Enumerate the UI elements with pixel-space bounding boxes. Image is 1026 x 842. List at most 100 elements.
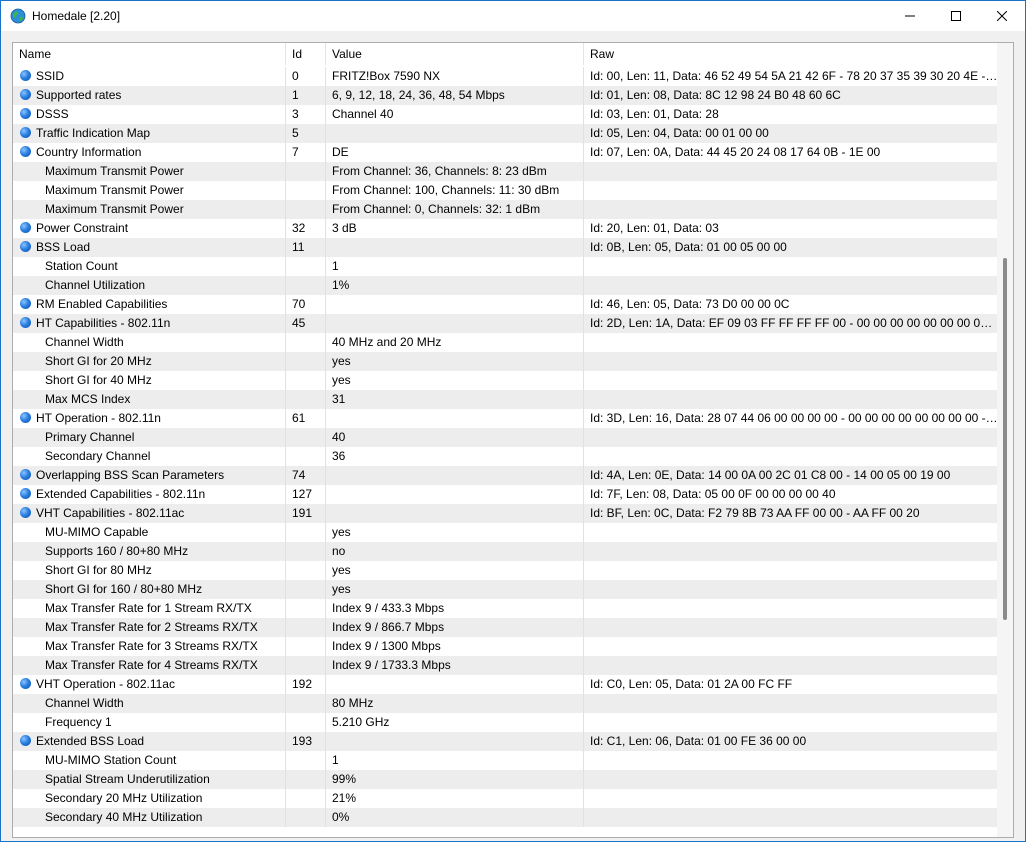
table-row[interactable]: VHT Operation - 802.11ac 192 Id: C0, Len: … <box>13 675 998 694</box>
row-name: Maximum Transmit Power <box>13 181 286 200</box>
maximize-button[interactable] <box>933 1 979 31</box>
row-id: 7 <box>286 143 326 162</box>
table-row[interactable]: MU-MIMO Station Count 1 <box>13 751 998 770</box>
row-value: 31 <box>326 390 584 409</box>
row-id: 70 <box>286 295 326 314</box>
table-row[interactable]: SSID 0 FRITZ!Box 7590 NX Id: 00, Len: 11, D… <box>13 67 998 86</box>
table-row[interactable]: Max Transfer Rate for 1 Stream RX/TX Inde… <box>13 599 998 618</box>
table-row[interactable]: Country Information 7 DE Id: 07, Len: 0A, D… <box>13 143 998 162</box>
table-row[interactable]: HT Operation - 802.11n 61 Id: 3D, Len: 16,… <box>13 409 998 428</box>
row-name: VHT Capabilities - 802.11ac <box>13 504 286 523</box>
bullet-icon <box>20 469 31 480</box>
row-value <box>326 675 584 694</box>
row-name-text: Maximum Transmit Power <box>45 164 184 178</box>
row-name: Short GI for 80 MHz <box>13 561 286 580</box>
row-raw: Id: 46, Len: 05, Data: 73 D0 00 00 0C <box>590 297 790 311</box>
table-row[interactable]: Max MCS Index 31 <box>13 390 998 409</box>
row-raw <box>584 751 998 770</box>
row-name-text: Primary Channel <box>45 430 135 444</box>
row-raw: Id: C0, Len: 05, Data: 01 2A 00 FC FF <box>590 677 793 691</box>
row-name: Country Information <box>13 143 286 162</box>
row-raw <box>584 770 998 789</box>
column-header-id[interactable]: Id <box>286 43 326 65</box>
table-row[interactable]: Secondary 20 MHz Utilization 21% <box>13 789 998 808</box>
row-name-text: HT Operation - 802.11n <box>36 411 161 425</box>
table-row[interactable]: Maximum Transmit Power From Channel: 100,… <box>13 181 998 200</box>
row-raw <box>584 371 998 390</box>
scrollbar-thumb[interactable] <box>1003 258 1007 620</box>
row-name-text: Max Transfer Rate for 2 Streams RX/TX <box>45 620 258 634</box>
row-raw: Id: 4A, Len: 0E, Data: 14 00 0A 00 2C 01… <box>590 468 951 482</box>
table-row[interactable]: Extended BSS Load 193 Id: C1, Len: 06, Dat… <box>13 732 998 751</box>
table-row[interactable]: Power Constraint 32 3 dB Id: 20, Len: 01, D… <box>13 219 998 238</box>
row-id: 1 <box>286 86 326 105</box>
row-id: 45 <box>286 314 326 333</box>
row-name-text: Max Transfer Rate for 1 Stream RX/TX <box>45 601 252 615</box>
bullet-icon <box>20 488 31 499</box>
vertical-scrollbar[interactable] <box>997 43 1013 837</box>
table-row[interactable]: Max Transfer Rate for 4 Streams RX/TX Ind… <box>13 656 998 675</box>
table-row[interactable]: Secondary 40 MHz Utilization 0% <box>13 808 998 827</box>
row-id <box>286 257 326 276</box>
table-row[interactable]: Supported rates 1 6, 9, 12, 18, 24, 36, 48… <box>13 86 998 105</box>
table-row[interactable]: MU-MIMO Capable yes <box>13 523 998 542</box>
table-row[interactable]: BSS Load 11 Id: 0B, Len: 05, Data: 01 00 0… <box>13 238 998 257</box>
minimize-button[interactable] <box>887 1 933 31</box>
table-row[interactable]: Supports 160 / 80+80 MHz no <box>13 542 998 561</box>
row-id <box>286 333 326 352</box>
table-row[interactable]: Short GI for 160 / 80+80 MHz yes <box>13 580 998 599</box>
window-title: Homedale [2.20] <box>32 9 121 23</box>
table-row[interactable]: Station Count 1 <box>13 257 998 276</box>
row-value: From Channel: 100, Channels: 11: 30 dBm <box>326 181 584 200</box>
column-header-raw[interactable]: Raw <box>584 43 998 65</box>
table-row[interactable]: Spatial Stream Underutilization 99% <box>13 770 998 789</box>
bullet-icon <box>20 222 31 233</box>
row-name-text: Maximum Transmit Power <box>45 202 184 216</box>
row-raw: Id: 2D, Len: 1A, Data: EF 09 03 FF FF FF… <box>590 316 998 330</box>
row-raw <box>584 428 998 447</box>
table-row[interactable]: Frequency 1 5.210 GHz <box>13 713 998 732</box>
row-id: 32 <box>286 219 326 238</box>
table-row[interactable]: Primary Channel 40 <box>13 428 998 447</box>
table-row[interactable]: Maximum Transmit Power From Channel: 0, C… <box>13 200 998 219</box>
table-row[interactable]: Channel Utilization 1% <box>13 276 998 295</box>
table-row[interactable]: Extended Capabilities - 802.11n 127 Id: 7F… <box>13 485 998 504</box>
table-row[interactable]: Maximum Transmit Power From Channel: 36, … <box>13 162 998 181</box>
table-row[interactable]: RM Enabled Capabilities 70 Id: 46, Len: 05… <box>13 295 998 314</box>
minimize-icon <box>905 15 915 17</box>
row-name: Traffic Indication Map <box>13 124 286 143</box>
column-header-name[interactable]: Name <box>13 43 286 65</box>
table-row[interactable]: Channel Width 40 MHz and 20 MHz <box>13 333 998 352</box>
table-row[interactable]: Short GI for 40 MHz yes <box>13 371 998 390</box>
row-name-text: MU-MIMO Capable <box>45 525 149 539</box>
table-row[interactable]: Channel Width 80 MHz <box>13 694 998 713</box>
row-name-text: Secondary Channel <box>45 449 151 463</box>
row-value: yes <box>326 352 584 371</box>
table-row[interactable]: HT Capabilities - 802.11n 45 Id: 2D, Len: … <box>13 314 998 333</box>
column-header-value[interactable]: Value <box>326 43 584 65</box>
row-value <box>326 314 584 333</box>
table-row[interactable]: Short GI for 20 MHz yes <box>13 352 998 371</box>
list-rows: SSID 0 FRITZ!Box 7590 NX Id: 00, Len: 11, D… <box>13 67 998 827</box>
row-value: 1% <box>326 276 584 295</box>
row-raw <box>584 808 998 827</box>
table-row[interactable]: Traffic Indication Map 5 Id: 05, Len: 04, … <box>13 124 998 143</box>
table-row[interactable]: DSSS 3 Channel 40 Id: 03, Len: 01, Data: 28 <box>13 105 998 124</box>
close-button[interactable] <box>979 1 1025 31</box>
table-row[interactable]: Secondary Channel 36 <box>13 447 998 466</box>
table-row[interactable]: VHT Capabilities - 802.11ac 191 Id: BF, Le… <box>13 504 998 523</box>
row-name-text: Country Information <box>36 145 142 159</box>
bullet-icon <box>20 146 31 157</box>
row-name-text: Short GI for 40 MHz <box>45 373 152 387</box>
table-row[interactable]: Max Transfer Rate for 3 Streams RX/TX Ind… <box>13 637 998 656</box>
title-bar[interactable]: Homedale [2.20] <box>1 1 1025 31</box>
app-window: Homedale [2.20] Name Id Value Raw SSID 0 F… <box>0 0 1026 842</box>
table-row[interactable]: Short GI for 80 MHz yes <box>13 561 998 580</box>
row-raw <box>584 789 998 808</box>
table-row[interactable]: Overlapping BSS Scan Parameters 74 Id: 4A,… <box>13 466 998 485</box>
information-elements-list[interactable]: Name Id Value Raw SSID 0 FRITZ!Box 7590 NX… <box>12 42 1014 838</box>
row-value: 40 MHz and 20 MHz <box>326 333 584 352</box>
row-name: Spatial Stream Underutilization <box>13 770 286 789</box>
table-row[interactable]: Max Transfer Rate for 2 Streams RX/TX Ind… <box>13 618 998 637</box>
bullet-icon <box>20 70 31 81</box>
